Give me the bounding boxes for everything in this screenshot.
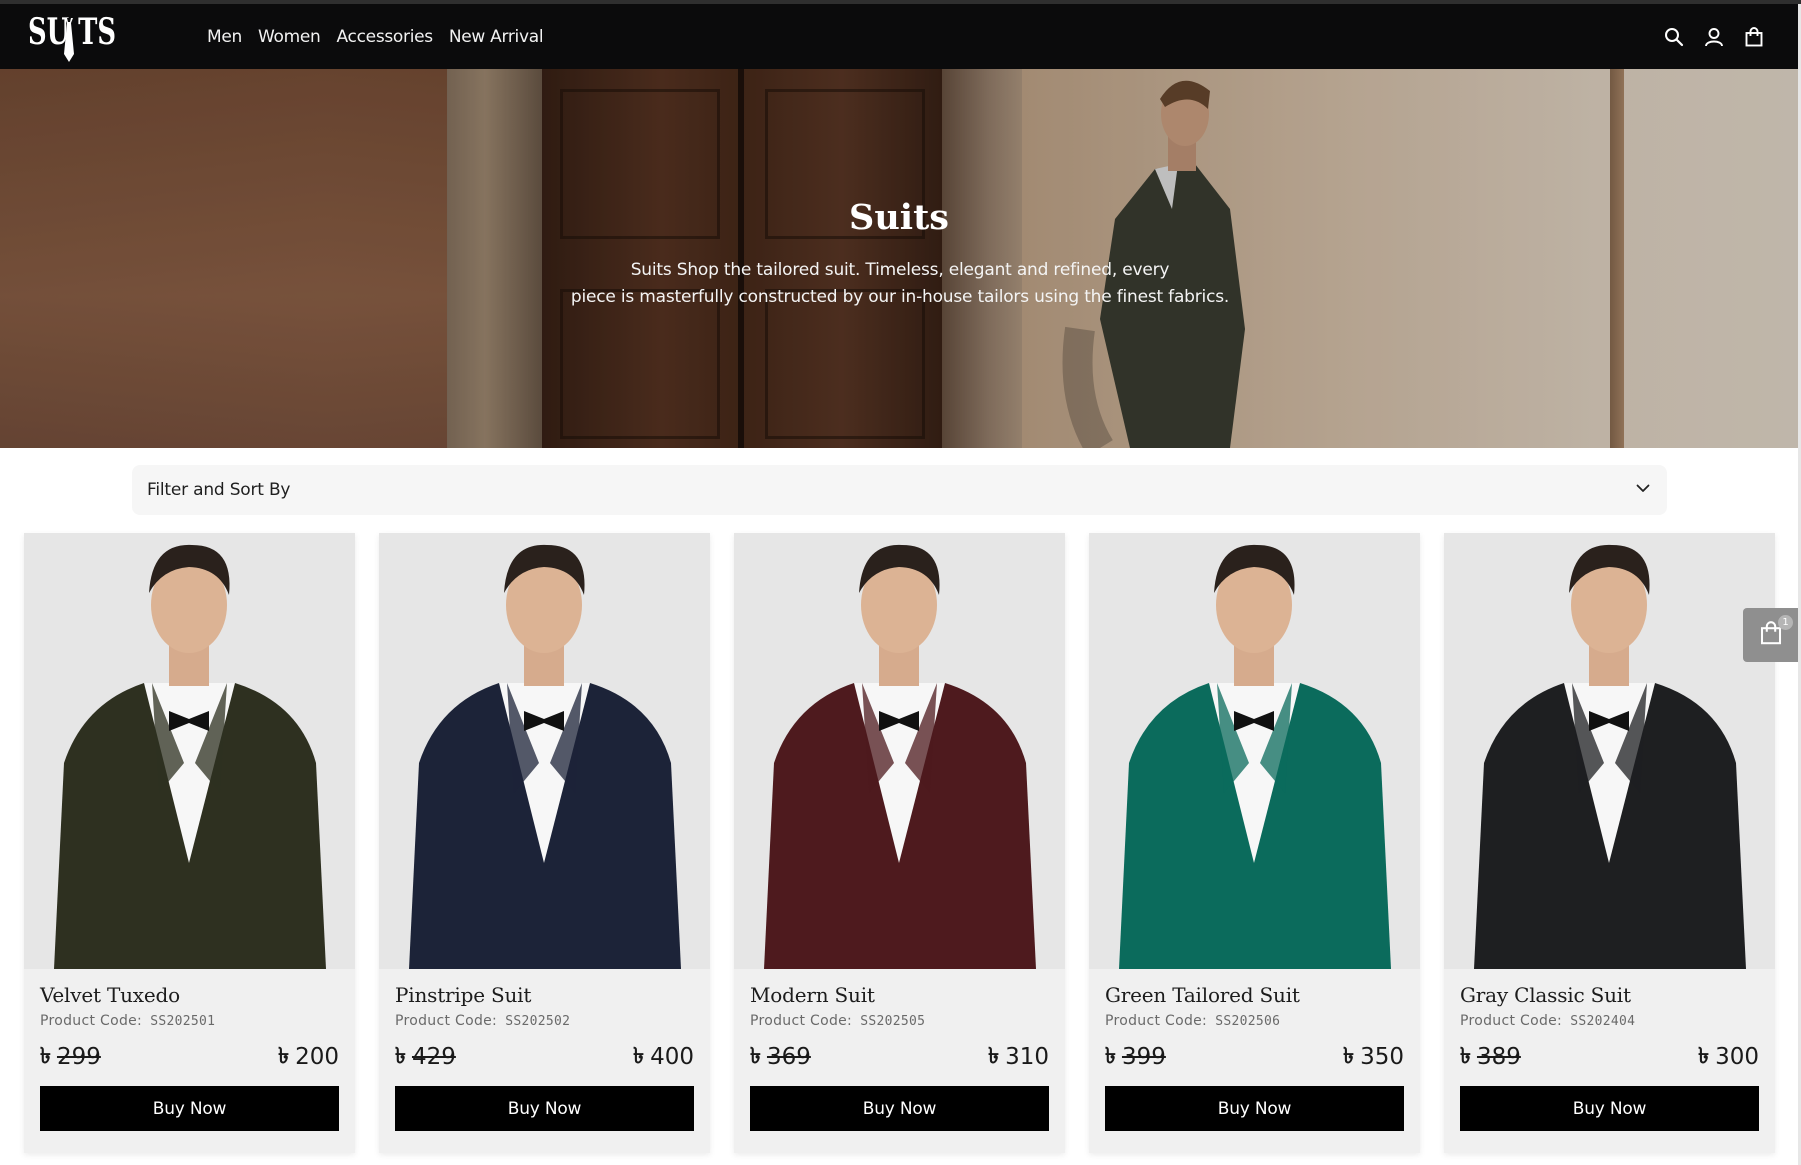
original-price-value: 399	[1121, 1044, 1166, 1070]
product-name[interactable]: Velvet Tuxedo	[40, 983, 339, 1007]
user-icon[interactable]	[1694, 17, 1734, 57]
original-price: ৳ 369	[750, 1039, 811, 1076]
filter-sort-label: Filter and Sort By	[147, 480, 291, 500]
original-price: ৳ 399	[1105, 1039, 1166, 1076]
product-code-label: Product Code:	[1460, 1013, 1563, 1029]
original-price: ৳ 429	[395, 1039, 456, 1076]
product-code-value: SS202505	[860, 1014, 926, 1029]
currency-symbol: ৳	[395, 1043, 406, 1069]
product-code-value: SS202404	[1570, 1014, 1636, 1029]
currency-symbol: ৳	[40, 1043, 51, 1069]
product-image[interactable]	[24, 533, 355, 969]
product-code: Product Code: SS202502	[395, 1013, 694, 1029]
buy-now-button[interactable]: Buy Now	[1105, 1086, 1404, 1131]
sale-price: ৳ 350	[1343, 1039, 1404, 1076]
product-info: Modern Suit Product Code: SS202505 ৳ 369…	[734, 969, 1065, 1131]
sale-price: ৳ 310	[988, 1039, 1049, 1076]
price-row: ৳ 429 ৳ 400	[395, 1041, 694, 1073]
product-info: Velvet Tuxedo Product Code: SS202501 ৳ 2…	[24, 969, 355, 1131]
currency-symbol: ৳	[1460, 1043, 1471, 1069]
chevron-down-icon	[1635, 480, 1651, 501]
price-row: ৳ 299 ৳ 200	[40, 1041, 339, 1073]
sale-price: ৳ 200	[278, 1039, 339, 1076]
original-price-value: 369	[766, 1044, 811, 1070]
buy-now-button[interactable]: Buy Now	[750, 1086, 1049, 1131]
sale-price-value: 200	[295, 1044, 339, 1070]
buy-now-button[interactable]: Buy Now	[1460, 1086, 1759, 1131]
product-info: Gray Classic Suit Product Code: SS202404…	[1444, 969, 1775, 1131]
product-code: Product Code: SS202404	[1460, 1013, 1759, 1029]
hero-description-line-2: piece is masterfully constructed by our …	[570, 287, 1230, 307]
currency-symbol: ৳	[1698, 1043, 1710, 1069]
sale-price-value: 350	[1360, 1044, 1404, 1070]
product-image[interactable]	[1444, 533, 1775, 969]
original-price-value: 299	[56, 1044, 101, 1070]
original-price: ৳ 389	[1460, 1039, 1521, 1076]
product-name[interactable]: Pinstripe Suit	[395, 983, 694, 1007]
product-card[interactable]: Green Tailored Suit Product Code: SS2025…	[1089, 533, 1420, 1153]
sale-price-value: 300	[1715, 1044, 1759, 1070]
hero-description: Suits Shop the tailored suit. Timeless, …	[560, 257, 1240, 311]
product-card[interactable]: Gray Classic Suit Product Code: SS202404…	[1444, 533, 1775, 1153]
product-card[interactable]: Velvet Tuxedo Product Code: SS202501 ৳ 2…	[24, 533, 355, 1153]
product-name[interactable]: Modern Suit	[750, 983, 1049, 1007]
product-card[interactable]: Pinstripe Suit Product Code: SS202502 ৳ …	[379, 533, 710, 1153]
product-card[interactable]: Modern Suit Product Code: SS202505 ৳ 369…	[734, 533, 1065, 1153]
currency-symbol: ৳	[278, 1043, 290, 1069]
currency-symbol: ৳	[1105, 1043, 1116, 1069]
product-code-label: Product Code:	[395, 1013, 498, 1029]
sale-price-value: 400	[650, 1044, 694, 1070]
main-nav: Men Women Accessories New Arrival	[207, 4, 544, 69]
product-info: Pinstripe Suit Product Code: SS202502 ৳ …	[379, 969, 710, 1131]
search-icon[interactable]	[1654, 17, 1694, 57]
buy-now-button[interactable]: Buy Now	[395, 1086, 694, 1131]
cart-count-badge: 1	[1778, 615, 1793, 630]
currency-symbol: ৳	[1343, 1043, 1355, 1069]
product-code-label: Product Code:	[40, 1013, 143, 1029]
original-price: ৳ 299	[40, 1039, 101, 1076]
product-code: Product Code: SS202501	[40, 1013, 339, 1029]
floating-cart-button[interactable]: 1	[1743, 608, 1798, 662]
price-row: ৳ 389 ৳ 300	[1460, 1041, 1759, 1073]
product-grid: Velvet Tuxedo Product Code: SS202501 ৳ 2…	[24, 533, 1776, 1153]
sale-price-value: 310	[1005, 1044, 1049, 1070]
product-code-value: SS202506	[1215, 1014, 1281, 1029]
hero-description-line-1: Suits Shop the tailored suit. Timeless, …	[630, 260, 1170, 280]
product-image[interactable]	[1089, 533, 1420, 969]
currency-symbol: ৳	[988, 1043, 1000, 1069]
product-image[interactable]	[379, 533, 710, 969]
currency-symbol: ৳	[633, 1043, 645, 1069]
price-row: ৳ 399 ৳ 350	[1105, 1041, 1404, 1073]
sale-price: ৳ 400	[633, 1039, 694, 1076]
header-actions	[1654, 4, 1801, 69]
buy-now-button[interactable]: Buy Now	[40, 1086, 339, 1131]
nav-accessories[interactable]: Accessories	[337, 27, 434, 47]
shopping-bag-icon[interactable]	[1734, 17, 1774, 57]
nav-men[interactable]: Men	[207, 27, 242, 47]
sale-price: ৳ 300	[1698, 1039, 1759, 1076]
nav-women[interactable]: Women	[258, 27, 321, 47]
product-info: Green Tailored Suit Product Code: SS2025…	[1089, 969, 1420, 1131]
product-name[interactable]: Green Tailored Suit	[1105, 983, 1404, 1007]
product-code-value: SS202501	[150, 1014, 216, 1029]
currency-symbol: ৳	[750, 1043, 761, 1069]
original-price-value: 429	[411, 1044, 456, 1070]
page-title: Suits	[849, 197, 949, 238]
nav-new-arrival[interactable]: New Arrival	[449, 27, 544, 47]
price-row: ৳ 369 ৳ 310	[750, 1041, 1049, 1073]
product-code: Product Code: SS202506	[1105, 1013, 1404, 1029]
original-price-value: 389	[1476, 1044, 1521, 1070]
site-header: SU TS Men Women Accessories New Arrival	[0, 4, 1801, 69]
product-name[interactable]: Gray Classic Suit	[1460, 983, 1759, 1007]
hero-banner: Suits Suits Shop the tailored suit. Time…	[0, 69, 1798, 448]
product-code-label: Product Code:	[750, 1013, 853, 1029]
product-image[interactable]	[734, 533, 1065, 969]
product-code: Product Code: SS202505	[750, 1013, 1049, 1029]
brand-logo[interactable]: SU TS	[28, 10, 120, 66]
product-code-label: Product Code:	[1105, 1013, 1208, 1029]
filter-sort-dropdown[interactable]: Filter and Sort By	[132, 465, 1667, 515]
product-code-value: SS202502	[505, 1014, 571, 1029]
